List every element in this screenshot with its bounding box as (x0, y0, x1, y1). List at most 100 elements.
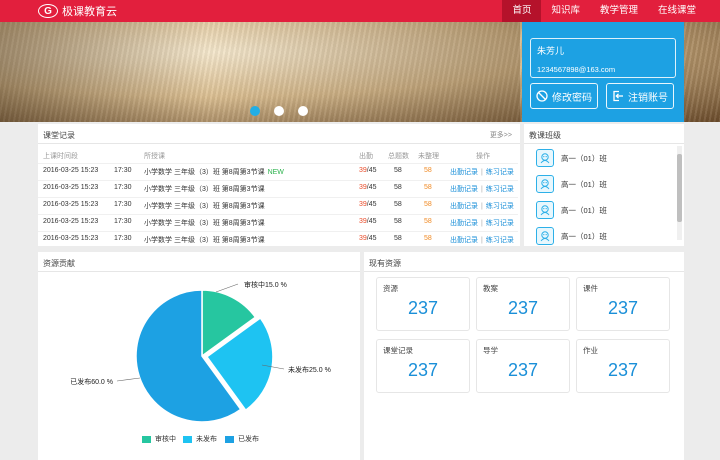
class-item[interactable]: 高一（01）班 (536, 201, 607, 219)
classes-panel: 教课班级 高一（01）班 高一（01）班 高一（01）班 高一（01）班 (524, 124, 684, 246)
class-icon (536, 175, 554, 193)
divider (524, 143, 684, 144)
row-date: 2016-03-25 15:23 (43, 218, 99, 225)
nav-home[interactable]: 首页 (502, 0, 542, 22)
separator: | (481, 237, 483, 244)
resource-card[interactable]: 导学 237 (476, 339, 570, 393)
practice-record-link[interactable]: 练习记录 (486, 237, 514, 244)
attendance-count: 39 (359, 184, 367, 191)
new-badge: NEW (267, 169, 284, 176)
nav-knowledge-base[interactable]: 知识库 (541, 0, 590, 22)
attendance-total: /45 (366, 167, 377, 174)
classes-title: 教课班级 (529, 131, 561, 140)
col-header-time: 上课时间段 (43, 153, 78, 160)
resource-label: 作业 (583, 346, 598, 355)
resource-count: 237 (607, 298, 639, 318)
practice-record-link[interactable]: 练习记录 (486, 186, 514, 193)
divider (364, 271, 684, 272)
col-header-course: 所授课 (144, 153, 165, 160)
contribution-panel: 资源贡献 (38, 252, 360, 460)
logout-button[interactable]: 注销账号 (606, 83, 674, 109)
row-actions: 出勤记录 | 练习记录 (450, 201, 514, 211)
legend-label: 已发布 (238, 436, 259, 443)
col-header-attendance: 出勤 (359, 153, 373, 160)
row-total: 58 (394, 201, 402, 208)
resource-card[interactable]: 教案 237 (476, 277, 570, 331)
logout-label: 注销账号 (628, 92, 668, 104)
course-name: 小学数学 三年级（3）班 第8周第3节课 (144, 169, 265, 176)
resource-card[interactable]: 课堂记录 237 (376, 339, 470, 393)
class-icon (536, 149, 554, 167)
row-pending: 58 (424, 184, 432, 191)
resource-card[interactable]: 资源 237 (376, 277, 470, 331)
row-course: 小学数学 三年级（3）班 第8周第3节课 NEW (144, 167, 284, 177)
legend-swatch (225, 435, 234, 443)
row-attendance: 39/45 (359, 218, 377, 225)
course-name: 小学数学 三年级（3）班 第8周第3节课 (144, 237, 265, 244)
row-divider (38, 214, 518, 215)
change-password-label: 修改密码 (552, 92, 592, 104)
attendance-record-link[interactable]: 出勤记录 (450, 169, 478, 176)
col-header-pending: 未整理 (418, 153, 439, 160)
attendance-record-link[interactable]: 出勤记录 (450, 186, 478, 193)
course-name: 小学数学 三年级（3）班 第8周第3节课 (144, 203, 265, 210)
legend-item-reviewing: 审核中 (142, 434, 176, 444)
attendance-count: 39 (359, 167, 367, 174)
separator: | (481, 220, 483, 227)
row-divider (38, 163, 518, 164)
row-divider (38, 231, 518, 232)
attendance-record-link[interactable]: 出勤记录 (450, 203, 478, 210)
separator: | (481, 169, 483, 176)
attendance-record-link[interactable]: 出勤记录 (450, 220, 478, 227)
practice-record-link[interactable]: 练习记录 (486, 203, 514, 210)
resource-label: 课堂记录 (383, 346, 413, 355)
carousel-dot-3[interactable] (298, 106, 308, 116)
logout-icon (613, 90, 623, 102)
row-total: 58 (394, 218, 402, 225)
change-password-button[interactable]: 修改密码 (530, 83, 598, 109)
col-header-total: 总题数 (388, 153, 409, 160)
classes-scrollbar[interactable] (677, 146, 682, 240)
legend-label: 审核中 (155, 436, 176, 443)
attendance-record-link[interactable]: 出勤记录 (450, 237, 478, 244)
main-nav: 首页 知识库 教学管理 在线课堂 (502, 0, 706, 22)
course-name: 小学数学 三年级（3）班 第8周第3节课 (144, 220, 265, 227)
app-name: 极课教育云 (62, 6, 117, 18)
row-total: 58 (394, 184, 402, 191)
nav-teaching-management[interactable]: 教学管理 (590, 0, 648, 22)
attendance-total: /45 (366, 218, 377, 225)
scroll-thumb[interactable] (677, 154, 682, 222)
class-item[interactable]: 高一（01）班 (536, 175, 607, 193)
resources-title: 现有资源 (369, 259, 401, 268)
nav-online-class[interactable]: 在线课堂 (648, 0, 706, 22)
row-course: 小学数学 三年级（3）班 第8周第3节课 (144, 235, 268, 245)
class-icon (536, 201, 554, 219)
row-course: 小学数学 三年级（3）班 第8周第3节课 (144, 201, 268, 211)
contribution-title: 资源贡献 (43, 259, 75, 268)
resource-count: 237 (407, 360, 439, 380)
divider (38, 143, 520, 144)
carousel-dot-2[interactable] (274, 106, 284, 116)
carousel-dot-1[interactable] (250, 106, 260, 116)
more-link[interactable]: 更多>> (490, 130, 512, 140)
class-item[interactable]: 高一（01）班 (536, 227, 607, 245)
attendance-total: /45 (366, 235, 377, 242)
legend-swatch (142, 435, 151, 443)
resource-card[interactable]: 作业 237 (576, 339, 670, 393)
row-date: 2016-03-25 15:23 (43, 184, 99, 191)
row-pending: 58 (424, 235, 432, 242)
col-header-actions: 操作 (476, 153, 490, 160)
logo-mark: G (38, 4, 58, 18)
resource-card[interactable]: 课件 237 (576, 277, 670, 331)
legend-item-published: 已发布 (225, 434, 259, 444)
separator: | (481, 186, 483, 193)
row-attendance: 39/45 (359, 201, 377, 208)
row-attendance: 39/45 (359, 167, 377, 174)
class-item[interactable]: 高一（01）班 (536, 149, 607, 167)
row-time: 17:30 (114, 201, 132, 208)
row-pending: 58 (424, 167, 432, 174)
practice-record-link[interactable]: 练习记录 (486, 220, 514, 227)
row-pending: 58 (424, 218, 432, 225)
practice-record-link[interactable]: 练习记录 (486, 169, 514, 176)
logo[interactable]: G 极课教育云 (38, 3, 117, 19)
